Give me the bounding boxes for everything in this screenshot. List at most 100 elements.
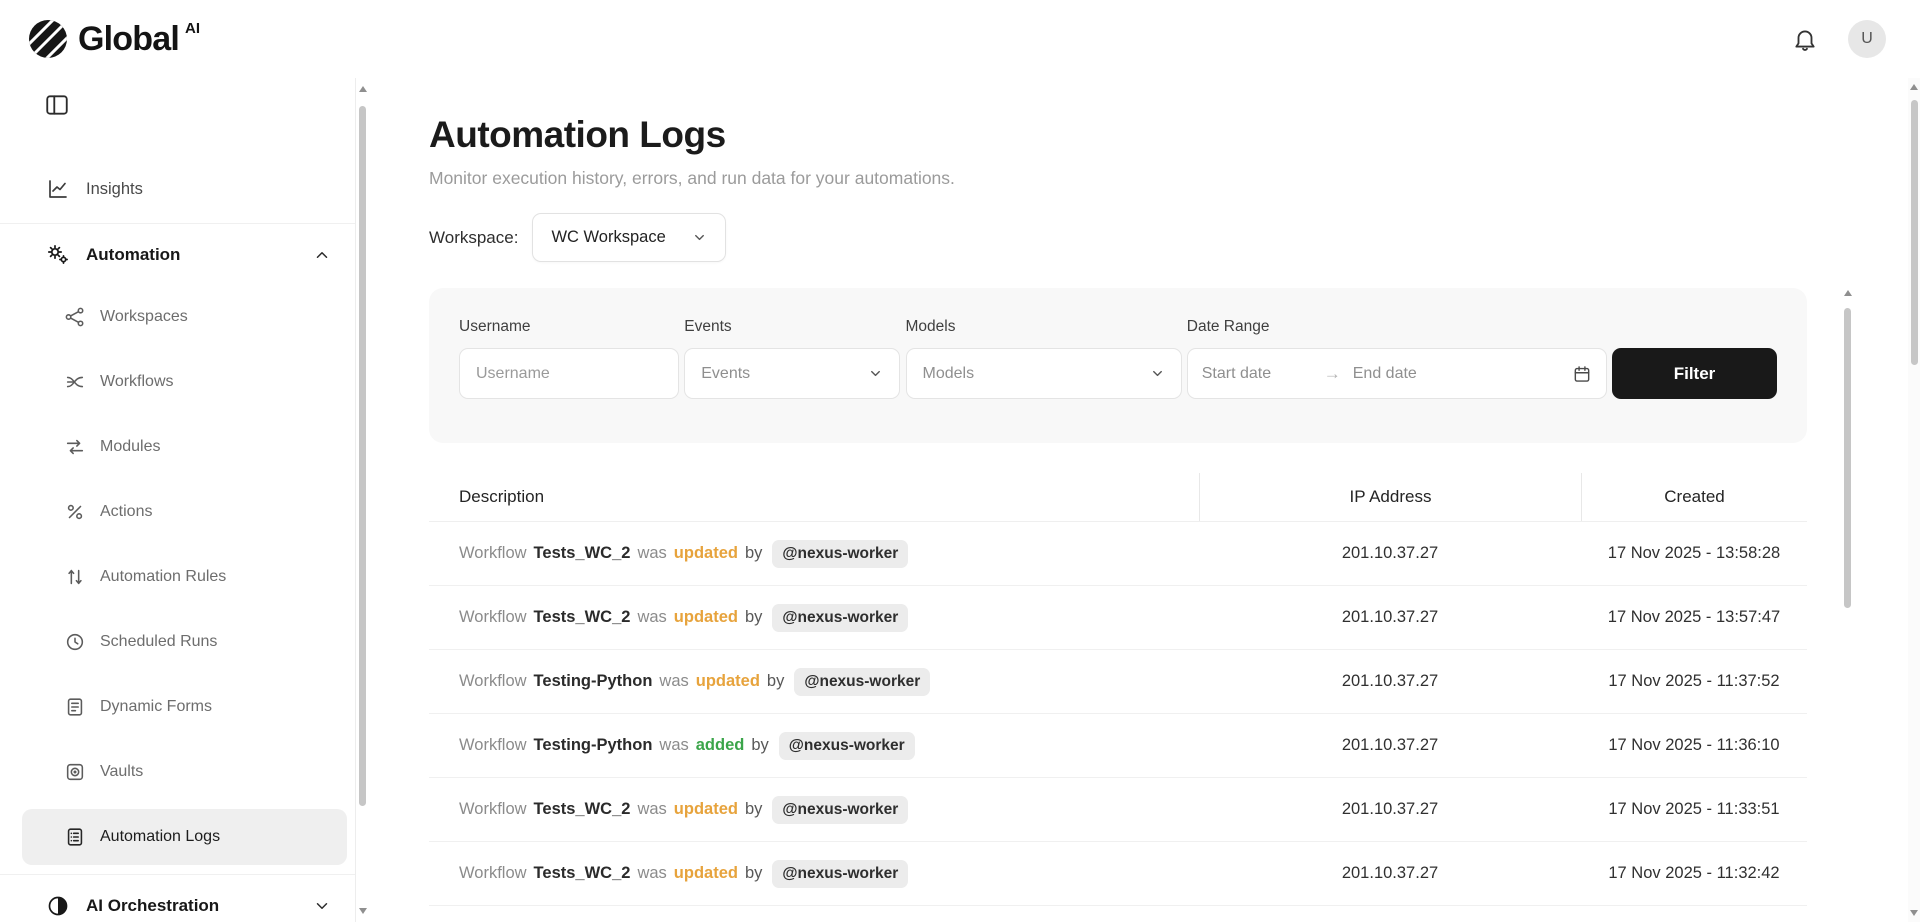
sidebar-group-automation[interactable]: Automation	[0, 223, 355, 285]
events-select[interactable]: Events	[684, 348, 900, 399]
column-header-ip: IP Address	[1199, 473, 1581, 521]
filter-panel: Username Events Events Models Models	[429, 288, 1807, 443]
table-row: Workflow Tests_WC_2 was updated by @nexu…	[429, 778, 1807, 842]
events-label: Events	[684, 318, 900, 336]
sidebar-item-workspaces[interactable]: Workspaces	[22, 289, 347, 345]
description-by: by	[745, 864, 762, 883]
workspace-select[interactable]: WC Workspace	[532, 213, 725, 262]
ip-address: 201.10.37.27	[1199, 778, 1581, 841]
scrollbar-down-arrow[interactable]	[1910, 910, 1918, 916]
sidebar-item-workflows[interactable]: Workflows	[22, 354, 347, 410]
content-scrollbar	[1843, 290, 1852, 922]
table-row: Workflow Testing-Python was updated by @…	[429, 650, 1807, 714]
sidebar-group-ai-orchestration[interactable]: AI Orchestration	[0, 874, 355, 922]
models-label: Models	[906, 318, 1182, 336]
sidebar-item-label: Scheduled Runs	[100, 633, 217, 651]
description-prefix: Workflow	[459, 672, 527, 691]
description-by: by	[767, 672, 784, 691]
sidebar-item-insights[interactable]: Insights	[0, 161, 355, 217]
actor-badge: @nexus-worker	[772, 604, 908, 632]
sidebar-group-label: Automation	[86, 245, 180, 265]
sidebar-nav: Insights Automation	[0, 161, 355, 922]
sidebar-item-automation-rules[interactable]: Automation Rules	[22, 549, 347, 605]
window-scrollbar	[1908, 78, 1920, 922]
page-subtitle: Monitor execution history, errors, and r…	[429, 168, 1920, 189]
notifications-button[interactable]	[1792, 26, 1818, 52]
scrollbar-up-arrow[interactable]	[1910, 84, 1918, 90]
calendar-icon[interactable]	[1572, 364, 1592, 384]
log-description: Workflow Tests_WC_2 was updated by @nexu…	[429, 586, 1199, 649]
description-verb: was	[637, 864, 666, 883]
description-verb: was	[637, 608, 666, 627]
actor-badge: @nexus-worker	[772, 860, 908, 888]
models-select[interactable]: Models	[906, 348, 1182, 399]
scrollbar-up-arrow[interactable]	[1844, 290, 1852, 296]
scrollbar-thumb[interactable]	[1911, 100, 1918, 365]
description-by: by	[745, 800, 762, 819]
scrollbar-up-arrow[interactable]	[359, 86, 367, 92]
log-list-icon	[64, 826, 86, 848]
column-header-description: Description	[429, 473, 1199, 521]
models-selected-value: Models	[923, 365, 975, 383]
sidebar-collapse-button[interactable]	[44, 92, 70, 120]
brand-logo: Global AI	[28, 17, 200, 61]
sidebar-item-actions[interactable]: Actions	[22, 484, 347, 540]
action-word: updated	[674, 800, 738, 819]
sidebar-item-label: Actions	[100, 503, 152, 521]
scrollbar-thumb[interactable]	[1844, 308, 1851, 608]
end-date-input[interactable]	[1353, 365, 1473, 383]
sidebar-item-label: Modules	[100, 438, 160, 456]
chevron-down-icon	[868, 366, 883, 381]
ip-address: 201.10.37.27	[1199, 586, 1581, 649]
chevron-up-icon	[313, 246, 331, 264]
workflows-flow-icon	[64, 371, 86, 393]
log-description: Workflow Testing-Python was added by @ne…	[429, 714, 1199, 777]
page-title: Automation Logs	[429, 114, 1920, 156]
date-range-picker[interactable]: →	[1187, 348, 1607, 399]
bell-icon	[1792, 26, 1818, 52]
description-prefix: Workflow	[459, 800, 527, 819]
sidebar-item-modules[interactable]: Modules	[22, 419, 347, 475]
sidebar-item-automation-logs[interactable]: Automation Logs	[22, 809, 347, 865]
description-prefix: Workflow	[459, 608, 527, 627]
filter-button[interactable]: Filter	[1612, 348, 1777, 399]
action-word: updated	[674, 608, 738, 627]
gears-icon	[46, 243, 70, 267]
description-prefix: Workflow	[459, 544, 527, 563]
log-description: Workflow Testing-Python was updated by @…	[429, 650, 1199, 713]
ip-address: 201.10.37.27	[1199, 714, 1581, 777]
description-prefix: Workflow	[459, 864, 527, 883]
sidebar-item-scheduled-runs[interactable]: Scheduled Runs	[22, 614, 347, 670]
action-word: updated	[696, 672, 760, 691]
top-header: Global AI U	[0, 0, 1920, 78]
workspace-label: Workspace:	[429, 228, 518, 248]
table-row: Workflow Tests_WC_2 was updated by @nexu…	[429, 522, 1807, 586]
workflow-name: Testing-Python	[534, 736, 653, 755]
modules-swap-icon	[64, 436, 86, 458]
created-timestamp: 17 Nov 2025 - 11:32:42	[1581, 842, 1807, 905]
sidebar-item-label: Workspaces	[100, 308, 188, 326]
form-document-icon	[64, 696, 86, 718]
ip-address: 201.10.37.27	[1199, 522, 1581, 585]
scrollbar-thumb[interactable]	[359, 106, 366, 806]
start-date-input[interactable]	[1202, 365, 1322, 383]
sidebar: Insights Automation	[0, 78, 356, 922]
actions-percent-icon	[64, 501, 86, 523]
scrollbar-down-arrow[interactable]	[359, 908, 367, 914]
brand-name: Global	[78, 17, 179, 61]
sidebar-item-label: Workflows	[100, 373, 174, 391]
description-verb: was	[637, 800, 666, 819]
sidebar-item-vaults[interactable]: Vaults	[22, 744, 347, 800]
sidebar-scrollbar	[356, 78, 369, 922]
sidebar-item-label: Insights	[86, 180, 143, 199]
username-input[interactable]	[459, 348, 679, 399]
action-word: updated	[674, 544, 738, 563]
sidebar-item-dynamic-forms[interactable]: Dynamic Forms	[22, 679, 347, 735]
created-timestamp: 17 Nov 2025 - 11:37:52	[1581, 650, 1807, 713]
description-verb: was	[637, 544, 666, 563]
user-avatar[interactable]: U	[1848, 20, 1886, 58]
sidebar-item-label: Automation Rules	[100, 568, 226, 586]
workflow-name: Testing-Python	[534, 672, 653, 691]
logs-table: Description IP Address Created Workflow …	[429, 473, 1807, 906]
description-by: by	[745, 544, 762, 563]
